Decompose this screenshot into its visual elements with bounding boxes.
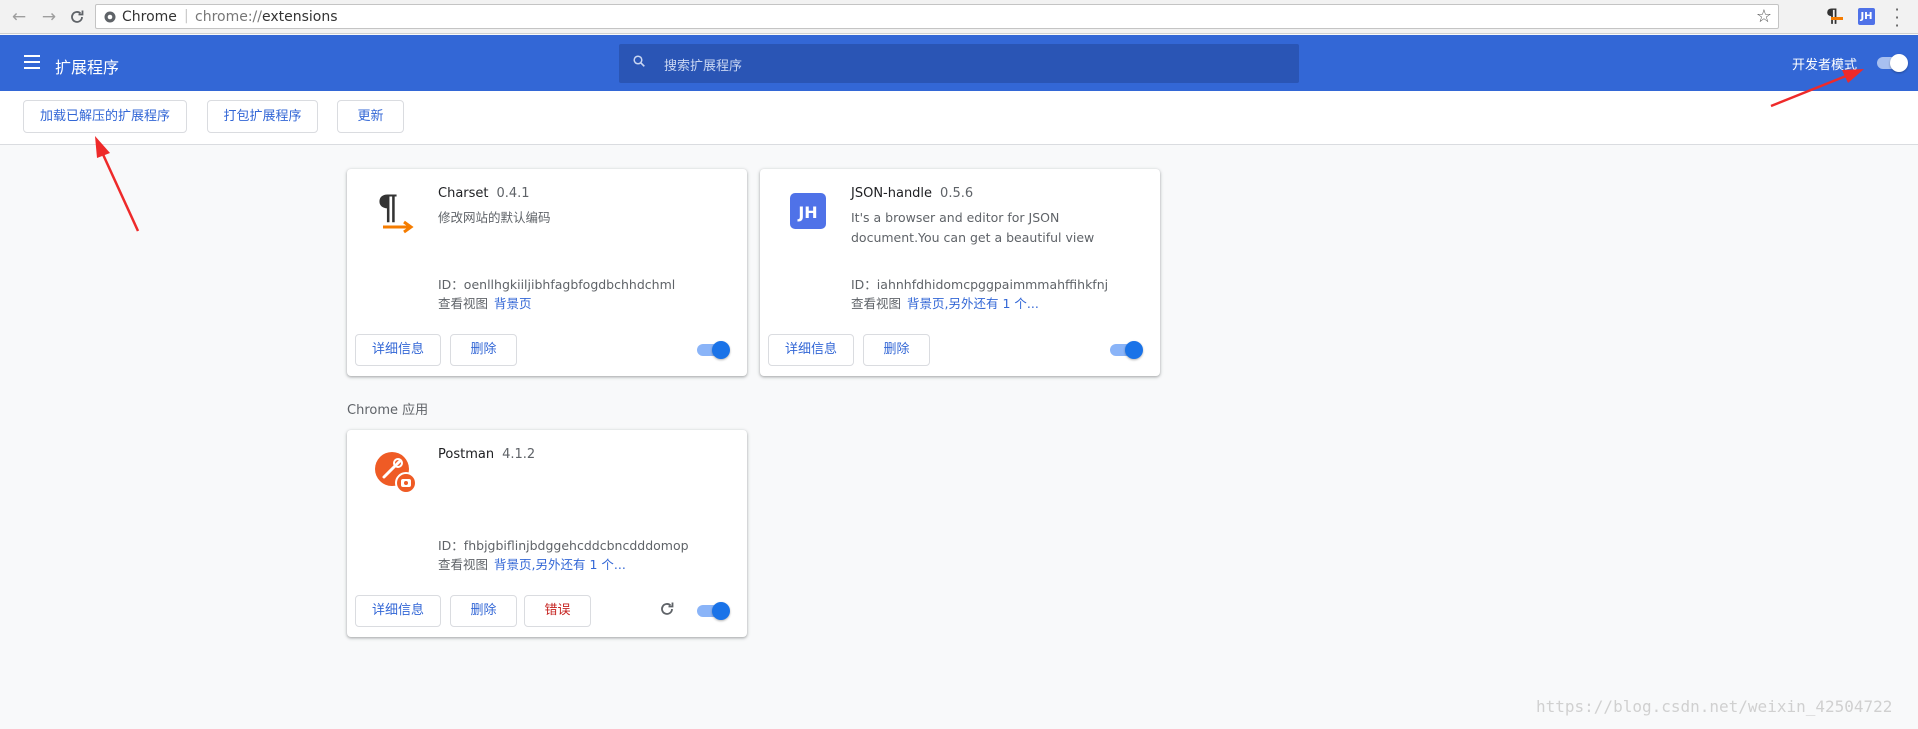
errors-button[interactable]: 错误 xyxy=(524,595,591,627)
developer-mode-label: 开发者模式 xyxy=(1792,58,1858,73)
background-page-link[interactable]: 背景页,另外还有 1 个... xyxy=(494,557,626,572)
developer-mode-toggle[interactable] xyxy=(1877,54,1908,72)
card-footer: 详细信息 删除 xyxy=(347,334,747,376)
extension-version: 0.4.1 xyxy=(496,186,530,201)
load-unpacked-button[interactable]: 加载已解压的扩展程序 xyxy=(23,100,187,133)
extension-id: ID：oenllhgkiiljibhfagbfogdbchhdchml xyxy=(438,277,676,292)
remove-button[interactable]: 删除 xyxy=(450,334,517,366)
card-footer: 详细信息 删除 错误 xyxy=(347,595,747,637)
svg-text:¶: ¶ xyxy=(377,188,399,228)
search-placeholder: 搜索扩展程序 xyxy=(664,59,743,74)
charset-extension-icon[interactable]: ¶ xyxy=(1826,5,1843,27)
forward-icon[interactable]: → xyxy=(38,6,60,28)
card-footer: 详细信息 删除 xyxy=(760,334,1160,376)
charset-icon: ¶ xyxy=(371,187,419,235)
extension-version: 0.5.6 xyxy=(940,186,974,201)
extension-card-charset: ¶ Charset 0.4.1 修改网站的默认编码 ID：oenllhgkiilj… xyxy=(347,169,747,376)
postman-icon xyxy=(371,448,419,496)
enable-toggle[interactable] xyxy=(697,341,730,359)
hamburger-menu-icon[interactable] xyxy=(24,55,40,69)
inspect-views: 查看视图 背景页,另外还有 1 个... xyxy=(851,296,1039,311)
inspect-views: 查看视图 背景页 xyxy=(438,296,532,311)
menu-icon[interactable]: · · · xyxy=(1892,2,1902,34)
remove-button[interactable]: 删除 xyxy=(450,595,517,627)
star-icon[interactable]: ☆ xyxy=(1756,6,1772,27)
app-id: ID：fhbjgbiflinjbdggehcddcbncdddomop xyxy=(438,538,689,553)
url-text: chrome://extensions xyxy=(195,9,338,25)
search-input[interactable]: 搜索扩展程序 xyxy=(619,44,1299,83)
extension-description: 修改网站的默认编码 xyxy=(438,210,551,225)
jsonhandle-icon: JH xyxy=(784,187,832,235)
enable-toggle[interactable] xyxy=(1110,341,1143,359)
back-icon[interactable]: ← xyxy=(8,6,30,28)
remove-button[interactable]: 删除 xyxy=(863,334,930,366)
page-title: 扩展程序 xyxy=(55,58,120,77)
background-page-link[interactable]: 背景页 xyxy=(494,296,532,311)
extension-id: ID：iahnhfdhidomcpggpaimmmahffihkfnj xyxy=(851,277,1109,292)
app-name: Postman 4.1.2 xyxy=(438,447,536,462)
reload-icon[interactable] xyxy=(66,6,88,28)
update-button[interactable]: 更新 xyxy=(337,100,404,133)
arrow-to-load-unpacked-icon xyxy=(95,136,140,232)
chrome-apps-section-title: Chrome 应用 xyxy=(347,403,429,418)
search-icon xyxy=(633,55,645,67)
app-card-postman: Postman 4.1.2 ID：fhbjgbiflinjbdggehcddcbn… xyxy=(347,430,747,637)
extensions-header: 扩展程序 搜索扩展程序 开发者模式 xyxy=(0,35,1918,91)
chrome-icon xyxy=(104,11,116,23)
extension-description: It's a browser and editor for JSON docum… xyxy=(851,210,1095,245)
enable-toggle[interactable] xyxy=(697,602,730,620)
svg-text:JH: JH xyxy=(797,203,817,222)
details-button[interactable]: 详细信息 xyxy=(768,334,854,366)
jsonhandle-extension-icon[interactable]: JH xyxy=(1858,8,1875,25)
omnibox-separator: | xyxy=(184,8,189,24)
reload-app-icon[interactable] xyxy=(658,600,676,618)
extension-card-jsonhandle: JH JSON-handle 0.5.6 It's a browser and e… xyxy=(760,169,1160,376)
details-button[interactable]: 详细信息 xyxy=(355,595,441,627)
address-bar[interactable]: Chrome | chrome://extensions ☆ xyxy=(95,4,1779,29)
details-button[interactable]: 详细信息 xyxy=(355,334,441,366)
browser-toolbar: ← → Chrome | chrome://extensions ☆ ¶ JH … xyxy=(0,0,1918,34)
watermark: https://blog.csdn.net/weixin_42504722 xyxy=(1536,697,1893,716)
extension-name: Charset 0.4.1 xyxy=(438,186,530,201)
developer-toolbar: 加载已解压的扩展程序 打包扩展程序 更新 xyxy=(0,91,1918,145)
background-page-link[interactable]: 背景页,另外还有 1 个... xyxy=(907,296,1039,311)
app-version: 4.1.2 xyxy=(502,447,536,462)
pack-extension-button[interactable]: 打包扩展程序 xyxy=(207,100,318,133)
inspect-views: 查看视图 背景页,另外还有 1 个... xyxy=(438,557,626,572)
scheme-label: Chrome xyxy=(122,9,177,25)
extension-name: JSON-handle 0.5.6 xyxy=(851,186,974,201)
